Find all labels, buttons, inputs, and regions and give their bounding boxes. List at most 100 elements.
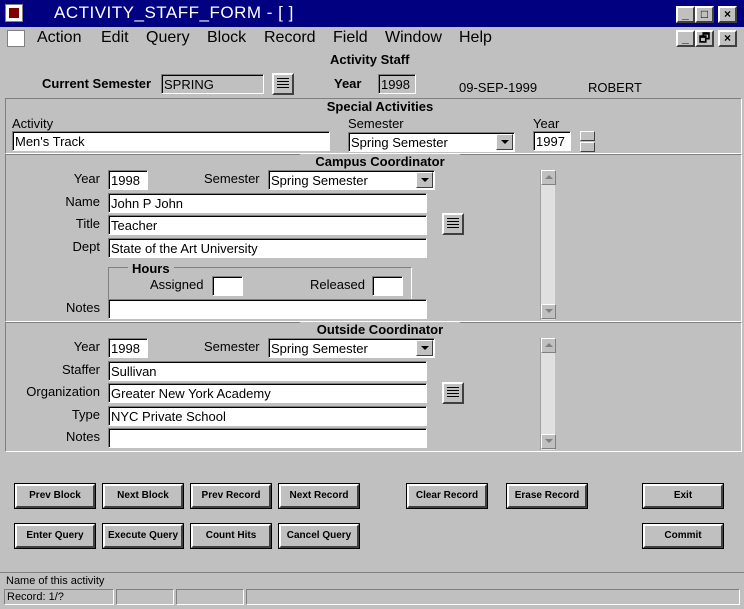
- current-date: 09-SEP-1999: [459, 80, 538, 95]
- current-semester-field[interactable]: SPRING: [161, 74, 264, 94]
- cc-semester-label: Semester: [204, 171, 260, 186]
- menu-field[interactable]: Field: [333, 29, 368, 47]
- close-button[interactable]: ×: [718, 6, 737, 23]
- cc-name-field[interactable]: John P John: [108, 193, 427, 213]
- menu-help[interactable]: Help: [459, 29, 492, 47]
- scroll-down-icon[interactable]: [541, 304, 556, 319]
- enter-query-button[interactable]: Enter Query: [14, 523, 96, 549]
- erase-record-button[interactable]: Erase Record: [506, 483, 588, 509]
- semester-list-button[interactable]: [272, 73, 294, 95]
- oc-organization-field[interactable]: Greater New York Academy: [108, 383, 427, 403]
- list-icon: [447, 218, 459, 230]
- menu-window[interactable]: Window: [385, 29, 442, 47]
- activity-year-label: Year: [533, 116, 560, 131]
- commit-button[interactable]: Commit: [642, 523, 724, 549]
- status-cell-4: [246, 589, 740, 605]
- mdi-restore-button[interactable]: 🗗: [695, 30, 714, 47]
- app-icon[interactable]: [5, 4, 23, 22]
- oc-semester-label: Semester: [204, 339, 260, 354]
- scroll-up-icon[interactable]: [541, 170, 556, 185]
- prev-record-button[interactable]: Prev Record: [190, 483, 272, 509]
- oc-staffer-field[interactable]: Sullivan: [108, 361, 427, 381]
- cc-semester-value: Spring Semester: [271, 173, 368, 188]
- cc-name-label: Name: [65, 194, 100, 209]
- oc-staffer-label: Staffer: [61, 362, 100, 377]
- scroll-down-icon[interactable]: [541, 434, 556, 449]
- list-icon: [447, 387, 459, 399]
- status-cell-3: [176, 589, 244, 605]
- cc-semester-select[interactable]: Spring Semester: [268, 170, 435, 190]
- semester-label: Semester: [348, 116, 404, 131]
- current-semester-label: Current Semester: [42, 76, 152, 91]
- cc-scrollbar[interactable]: [540, 170, 556, 320]
- chevron-down-icon[interactable]: [416, 340, 433, 356]
- released-field[interactable]: [372, 276, 403, 296]
- list-icon: [277, 78, 289, 90]
- cancel-query-button[interactable]: Cancel Query: [278, 523, 360, 549]
- current-user: ROBERT: [588, 80, 642, 95]
- oc-notes-field[interactable]: [108, 428, 427, 448]
- minimize-button[interactable]: _: [676, 6, 695, 23]
- released-label: Released: [310, 277, 365, 292]
- menu-block[interactable]: Block: [207, 29, 246, 47]
- clear-record-button[interactable]: Clear Record: [406, 483, 488, 509]
- mdi-close-button[interactable]: ×: [718, 30, 737, 47]
- semester-select[interactable]: Spring Semester: [348, 132, 515, 152]
- campus-coordinator-title: Campus Coordinator: [300, 154, 460, 169]
- menu-record[interactable]: Record: [264, 29, 316, 47]
- chevron-down-icon[interactable]: [496, 134, 513, 150]
- cc-title-label: Title: [75, 216, 100, 231]
- cc-notes-field[interactable]: [108, 299, 427, 319]
- header-year-field[interactable]: 1998: [378, 74, 416, 94]
- execute-query-button[interactable]: Execute Query: [102, 523, 184, 549]
- oc-semester-select[interactable]: Spring Semester: [268, 338, 435, 358]
- year-spin-up-button[interactable]: [580, 131, 595, 141]
- document-icon[interactable]: [7, 30, 25, 47]
- oc-semester-value: Spring Semester: [271, 341, 368, 356]
- cc-title-field[interactable]: Teacher: [108, 215, 427, 235]
- semester-select-value: Spring Semester: [351, 135, 448, 150]
- activity-year-field[interactable]: 1997: [533, 131, 571, 151]
- oc-year-label: Year: [73, 339, 100, 354]
- form-title: Activity Staff: [330, 52, 410, 67]
- chevron-down-icon[interactable]: [416, 172, 433, 188]
- oc-type-label: Type: [71, 407, 100, 422]
- mdi-minimize-button[interactable]: _: [676, 30, 695, 47]
- cc-year-label: Year: [73, 171, 100, 186]
- oc-notes-label: Notes: [66, 429, 100, 444]
- oc-year-field[interactable]: 1998: [108, 338, 148, 358]
- oc-organization-label: Organization: [26, 384, 100, 399]
- oc-type-field[interactable]: NYC Private School: [108, 406, 427, 426]
- status-record: Record: 1/?: [4, 589, 114, 605]
- cc-dept-label: Dept: [72, 239, 100, 254]
- status-cell-2: [116, 589, 174, 605]
- assigned-field[interactable]: [212, 276, 243, 296]
- cc-year-field[interactable]: 1998: [108, 170, 148, 190]
- special-activities-title: Special Activities: [300, 99, 460, 114]
- count-hits-button[interactable]: Count Hits: [190, 523, 272, 549]
- menu-edit[interactable]: Edit: [101, 29, 129, 47]
- status-hint: Name of this activity: [6, 575, 105, 587]
- outside-coordinator-title: Outside Coordinator: [300, 322, 460, 337]
- cc-notes-label: Notes: [66, 300, 100, 315]
- next-record-button[interactable]: Next Record: [278, 483, 360, 509]
- menu-action[interactable]: Action: [37, 29, 81, 47]
- maximize-button[interactable]: □: [695, 6, 714, 23]
- oc-organization-list-button[interactable]: [442, 382, 464, 404]
- scroll-up-icon[interactable]: [541, 338, 556, 353]
- window-title: ACTIVITY_STAFF_FORM - [ ]: [54, 3, 294, 22]
- cc-dept-field[interactable]: State of the Art University: [108, 238, 427, 258]
- year-spin-down-button[interactable]: [580, 142, 595, 152]
- header-year-label: Year: [334, 76, 362, 91]
- menu-query[interactable]: Query: [146, 29, 190, 47]
- oc-scrollbar[interactable]: [540, 338, 556, 450]
- menu-bar: Action Edit Query Block Record Field Win…: [0, 27, 744, 49]
- exit-button[interactable]: Exit: [642, 483, 724, 509]
- prev-block-button[interactable]: Prev Block: [14, 483, 96, 509]
- title-bar: ACTIVITY_STAFF_FORM - [ ] _ □ ×: [0, 0, 744, 27]
- assigned-label: Assigned: [150, 277, 204, 292]
- activity-label: Activity: [12, 116, 54, 131]
- next-block-button[interactable]: Next Block: [102, 483, 184, 509]
- activity-field[interactable]: Men's Track: [12, 131, 330, 151]
- cc-title-list-button[interactable]: [442, 213, 464, 235]
